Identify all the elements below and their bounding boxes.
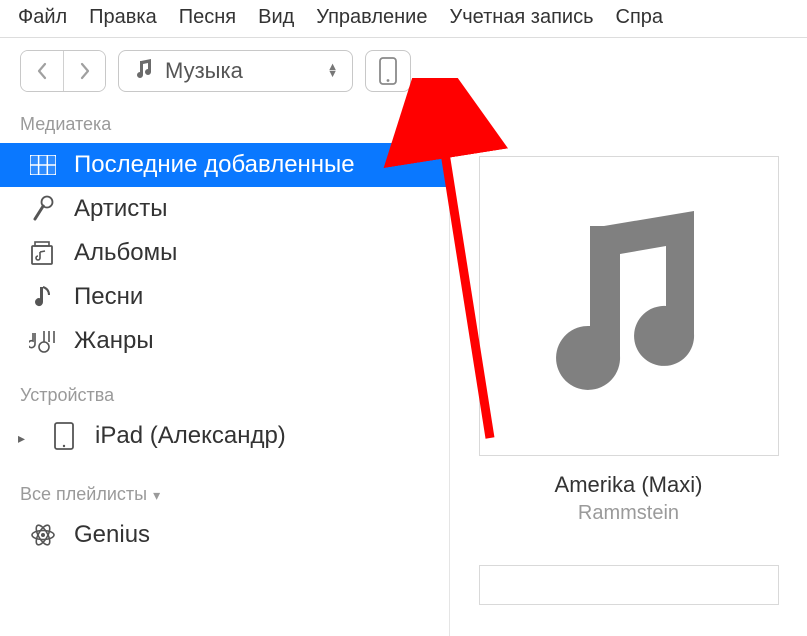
back-button[interactable] bbox=[21, 51, 63, 91]
album-title: Amerika (Maxi) bbox=[555, 472, 703, 498]
section-library-header: Медиатека bbox=[0, 106, 449, 143]
menu-edit[interactable]: Правка bbox=[89, 6, 157, 29]
sidebar-item-recent[interactable]: Последние добавленные bbox=[0, 143, 449, 187]
sidebar-item-genius[interactable]: Genius bbox=[0, 513, 449, 557]
toolbar: Музыка ▲▼ bbox=[0, 38, 807, 106]
device-button[interactable] bbox=[365, 50, 411, 92]
cover-placeholder-icon bbox=[534, 206, 724, 406]
section-playlists-header[interactable]: Все плейлисты bbox=[0, 476, 449, 513]
sidebar-item-label: Последние добавленные bbox=[74, 151, 355, 179]
sidebar-item-artists[interactable]: Артисты bbox=[0, 187, 449, 231]
forward-button[interactable] bbox=[63, 51, 105, 91]
library-dropdown[interactable]: Музыка ▲▼ bbox=[118, 50, 353, 92]
microphone-icon bbox=[28, 195, 58, 223]
menu-account[interactable]: Учетная запись bbox=[449, 6, 593, 29]
sidebar: Медиатека Последние добавленные Артисты … bbox=[0, 106, 450, 636]
genius-icon bbox=[28, 522, 58, 548]
ipad-icon bbox=[49, 422, 79, 450]
menu-help[interactable]: Спра bbox=[616, 6, 664, 29]
music-note-icon bbox=[133, 57, 155, 86]
menubar: Файл Правка Песня Вид Управление Учетная… bbox=[0, 0, 807, 38]
sidebar-item-albums[interactable]: Альбомы bbox=[0, 231, 449, 275]
nav-segment bbox=[20, 50, 106, 92]
sidebar-item-ipad[interactable]: iPad (Александр) bbox=[0, 414, 449, 458]
dropdown-label: Музыка bbox=[165, 58, 317, 84]
grid-icon bbox=[28, 155, 58, 175]
menu-song[interactable]: Песня bbox=[179, 6, 236, 29]
sidebar-item-songs[interactable]: Песни bbox=[0, 275, 449, 319]
sidebar-item-label: iPad (Александр) bbox=[95, 422, 286, 450]
album-icon bbox=[28, 240, 58, 266]
sidebar-item-label: Артисты bbox=[74, 195, 167, 223]
section-devices-header: Устройства bbox=[0, 377, 449, 414]
album-artist: Rammstein bbox=[578, 502, 679, 525]
disclosure-icon[interactable] bbox=[18, 422, 33, 450]
sidebar-item-label: Песни bbox=[74, 283, 143, 311]
iphone-icon bbox=[378, 57, 398, 85]
sidebar-item-genres[interactable]: Жанры bbox=[0, 319, 449, 363]
note-icon bbox=[28, 283, 58, 311]
menu-view[interactable]: Вид bbox=[258, 6, 294, 29]
guitar-icon bbox=[28, 327, 58, 355]
menu-controls[interactable]: Управление bbox=[316, 6, 427, 29]
sidebar-item-label: Жанры bbox=[74, 327, 154, 355]
menu-file[interactable]: Файл bbox=[18, 6, 67, 29]
album-cover-next[interactable] bbox=[479, 565, 779, 605]
sidebar-item-label: Альбомы bbox=[74, 239, 177, 267]
sidebar-item-label: Genius bbox=[74, 521, 150, 549]
chevron-updown-icon: ▲▼ bbox=[327, 64, 338, 78]
album-cover[interactable] bbox=[479, 156, 779, 456]
main-area: Amerika (Maxi) Rammstein bbox=[450, 106, 807, 636]
